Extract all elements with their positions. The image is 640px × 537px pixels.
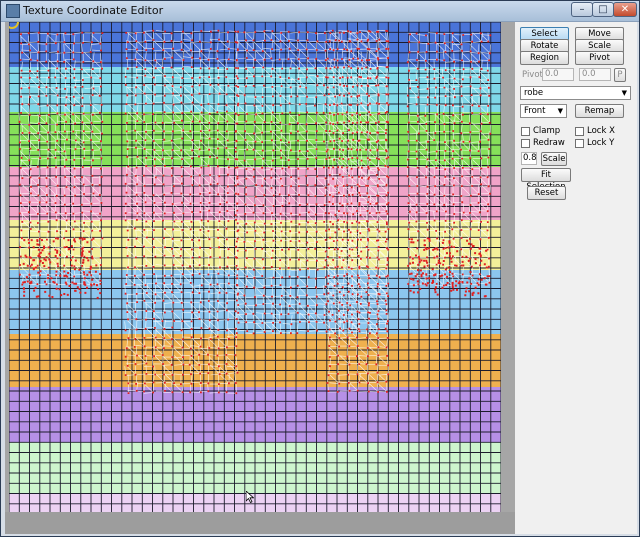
redraw-label: Redraw — [533, 138, 565, 148]
uv-texture-grid[interactable] — [9, 22, 501, 512]
canvas-padding — [5, 512, 515, 534]
lock-y-checkbox[interactable] — [575, 139, 584, 148]
texture-editor-icon — [6, 4, 20, 18]
projection-dropdown-value: Front — [524, 106, 546, 116]
clamp-checkbox[interactable] — [521, 127, 530, 136]
projection-dropdown[interactable]: Front ▼ — [520, 104, 567, 118]
title-bar[interactable]: Texture Coordinate Editor – □ ✕ — [1, 1, 639, 22]
clamp-label: Clamp — [533, 126, 561, 136]
uv-canvas-area[interactable] — [5, 22, 515, 534]
pivot-x-field[interactable]: 0.0 — [542, 68, 574, 81]
lock-x-label: Lock X — [587, 126, 615, 136]
material-dropdown[interactable]: robe ▼ — [520, 86, 631, 100]
lock-x-checkbox[interactable] — [575, 127, 584, 136]
client-area: Select Move Rotate Scale Region Pivot Pi… — [5, 22, 637, 534]
window-title: Texture Coordinate Editor — [23, 4, 164, 17]
texture-coordinate-editor-window: Texture Coordinate Editor – □ ✕ Select M… — [0, 0, 640, 537]
material-dropdown-value: robe — [524, 88, 544, 98]
chevron-down-icon: ▼ — [557, 107, 563, 115]
chevron-down-icon: ▼ — [621, 89, 627, 97]
pivot-button[interactable]: Pivot — [575, 51, 624, 65]
scale-apply-button[interactable]: Scale — [541, 152, 567, 166]
remap-button[interactable]: Remap — [575, 104, 624, 118]
pivot-y-field[interactable]: 0.0 — [579, 68, 611, 81]
reset-button[interactable]: Reset — [527, 186, 566, 200]
pivot-p-button[interactable]: P — [614, 68, 626, 82]
mouse-pointer-icon — [246, 491, 254, 503]
minimize-button[interactable]: – — [571, 2, 593, 17]
tool-panel: Select Move Rotate Scale Region Pivot Pi… — [515, 22, 637, 534]
scale-value-field[interactable]: 0.8 — [521, 152, 537, 165]
fit-selection-button[interactable]: Fit Selection — [521, 168, 571, 192]
redraw-checkbox[interactable] — [521, 139, 530, 148]
maximize-button[interactable]: □ — [592, 2, 614, 17]
lock-y-label: Lock Y — [587, 138, 615, 148]
region-button[interactable]: Region — [520, 51, 569, 65]
close-button[interactable]: ✕ — [613, 2, 637, 17]
